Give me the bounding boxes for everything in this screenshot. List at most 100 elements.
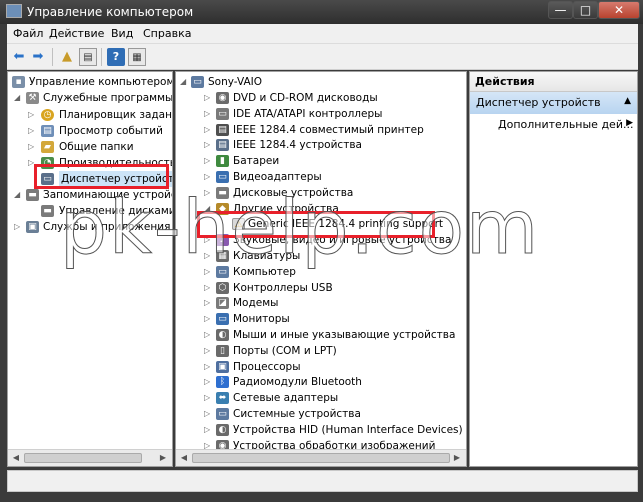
- menu-view[interactable]: Вид: [111, 27, 133, 40]
- expand-triangle-icon[interactable]: ▷: [204, 343, 212, 359]
- device-category-label: Клавиатуры: [233, 250, 301, 262]
- expand-triangle-icon[interactable]: ▷: [204, 153, 212, 169]
- scroll-right-icon[interactable]: ▶: [156, 452, 170, 464]
- menu-help[interactable]: Справка: [143, 27, 191, 40]
- properties-icon[interactable]: ▦: [128, 48, 146, 66]
- device-category-icon: ▦: [216, 250, 229, 262]
- status-bar-panel: [7, 470, 638, 492]
- close-button[interactable]: ✕: [598, 1, 640, 19]
- expand-triangle-icon[interactable]: ▷: [204, 311, 212, 327]
- actions-device-manager[interactable]: Диспетчер устройств ▲: [470, 92, 637, 114]
- device-category-label: Мыши и иные указывающие устройства: [233, 329, 456, 341]
- scroll-thumb[interactable]: [24, 453, 142, 463]
- collapse-triangle-icon[interactable]: ◢: [14, 187, 22, 203]
- toolbar-separator: [101, 48, 102, 66]
- device-category-icon: ▬: [216, 186, 229, 199]
- highlight-box-device-manager: [34, 164, 169, 189]
- menu-action[interactable]: Действие: [49, 27, 104, 40]
- device-category-label: IDE ATA/ATAPI контроллеры: [233, 107, 383, 120]
- expand-triangle-icon[interactable]: ▷: [204, 122, 212, 138]
- device-category-label: Сетевые адаптеры: [233, 392, 339, 405]
- expand-triangle-icon[interactable]: ▷: [28, 123, 36, 139]
- expand-triangle-icon[interactable]: ▷: [14, 219, 22, 235]
- tree-item-label: Службы и приложения: [43, 221, 171, 233]
- scroll-right-icon[interactable]: ▶: [450, 452, 464, 464]
- expand-triangle-icon[interactable]: ▷: [204, 406, 212, 422]
- expand-triangle-icon[interactable]: ▷: [204, 359, 212, 375]
- services-icon: ▣: [26, 221, 39, 233]
- expand-triangle-icon[interactable]: ▷: [28, 107, 36, 123]
- submenu-arrow-icon: ▶: [626, 118, 633, 128]
- computer-management-icon: [6, 4, 22, 18]
- minimize-button[interactable]: —: [548, 1, 573, 19]
- expand-triangle-icon[interactable]: ▷: [204, 185, 212, 201]
- expand-triangle-icon[interactable]: ▷: [204, 295, 212, 311]
- device-category-label: Процессоры: [233, 360, 301, 373]
- expand-triangle-icon[interactable]: ▷: [204, 90, 212, 106]
- device-category-icon: ᛒ: [216, 376, 229, 389]
- menu-file[interactable]: Файл: [13, 27, 43, 40]
- expand-triangle-icon[interactable]: ▷: [204, 422, 212, 438]
- device-category-label: Батареи: [233, 155, 280, 168]
- tree-root-label: Sony-VAIO: [208, 76, 263, 88]
- tree-item-label: Управление дисками: [59, 205, 173, 217]
- up-folder-icon[interactable]: ▲: [58, 48, 76, 66]
- computer-mgmt-icon: ▪: [12, 76, 25, 88]
- forward-arrow-icon[interactable]: ➡: [29, 48, 47, 66]
- expand-triangle-icon[interactable]: ▷: [204, 169, 212, 185]
- device-category-icon: ▤: [216, 139, 229, 152]
- collapse-triangle-icon[interactable]: ◢: [180, 74, 188, 90]
- computer-icon: ▭: [191, 76, 204, 88]
- expand-triangle-icon[interactable]: ▷: [28, 139, 36, 155]
- device-category-label: Порты (COM и LPT): [233, 344, 337, 357]
- tree-item-label: Просмотр событий: [59, 125, 163, 137]
- expand-triangle-icon[interactable]: ▷: [204, 248, 212, 264]
- expand-triangle-icon[interactable]: ▷: [204, 264, 212, 280]
- scroll-left-icon[interactable]: ◀: [177, 452, 191, 464]
- actions-more-label: Дополнительные дей...: [498, 118, 633, 131]
- actions-header: Действия: [470, 72, 637, 92]
- tree-item-label: Управление компьютером (л: [29, 76, 173, 88]
- maximize-button[interactable]: □: [573, 1, 598, 19]
- tree-item-label: Планировщик заданий: [59, 109, 173, 121]
- expand-triangle-icon[interactable]: ▷: [204, 327, 212, 343]
- expand-triangle-icon[interactable]: ▷: [204, 280, 212, 296]
- device-category-label: IEEE 1284.4 совместимый принтер: [233, 123, 424, 136]
- expand-triangle-icon[interactable]: ▷: [204, 106, 212, 122]
- tree-item-label: Служебные программы: [43, 92, 173, 104]
- device-category-icon: ▭: [216, 265, 229, 278]
- device-category-icon: ⬌: [216, 392, 229, 405]
- show-tree-icon[interactable]: ▤: [79, 48, 97, 66]
- device-category-label: DVD и CD-ROM дисководы: [233, 92, 378, 104]
- device-category-icon: ◐: [216, 423, 229, 436]
- device-category-label: Радиомодули Bluetooth: [233, 376, 362, 389]
- horizontal-scrollbar[interactable]: ◀ ▶: [176, 449, 466, 466]
- back-arrow-icon[interactable]: ⬅: [10, 48, 28, 66]
- expand-triangle-icon[interactable]: ▷: [204, 390, 212, 406]
- collapse-up-icon[interactable]: ▲: [624, 96, 631, 106]
- title-bar[interactable]: Управление компьютером — □ ✕: [0, 0, 643, 24]
- device-category-label: IEEE 1284.4 устройства: [233, 139, 362, 152]
- device-category-icon: ▣: [216, 360, 229, 373]
- device-category-label: Контроллеры USB: [233, 281, 333, 294]
- toolbar-separator: [52, 48, 53, 66]
- help-icon[interactable]: ?: [107, 48, 125, 66]
- event-viewer-icon: ▤: [41, 125, 54, 137]
- computer-management-window: Управление компьютером — □ ✕ Файл Действ…: [0, 0, 643, 502]
- device-category-icon: ▭: [216, 408, 229, 420]
- expand-triangle-icon[interactable]: ▷: [204, 137, 212, 153]
- toolbar: ⬅ ➡ ▲ ▤ ? ▦: [7, 44, 638, 70]
- console-tree-pane: ▪ Управление компьютером (л ◢ ⚒ Служебны…: [7, 71, 173, 467]
- scroll-thumb[interactable]: [192, 453, 450, 463]
- expand-triangle-icon[interactable]: ▷: [204, 374, 212, 390]
- device-category-icon: ▯: [216, 344, 229, 357]
- device-category-icon: ▤: [216, 123, 229, 136]
- highlight-box-generic-device: [197, 211, 435, 238]
- device-category-icon: ◐: [216, 329, 229, 341]
- collapse-triangle-icon[interactable]: ◢: [14, 90, 22, 106]
- device-category-label: Компьютер: [233, 265, 296, 278]
- scroll-left-icon[interactable]: ◀: [9, 452, 23, 464]
- actions-more-actions[interactable]: Дополнительные дей... ▶: [498, 118, 633, 131]
- device-category-icon: ▮: [216, 155, 229, 168]
- horizontal-scrollbar[interactable]: ◀ ▶: [8, 449, 172, 466]
